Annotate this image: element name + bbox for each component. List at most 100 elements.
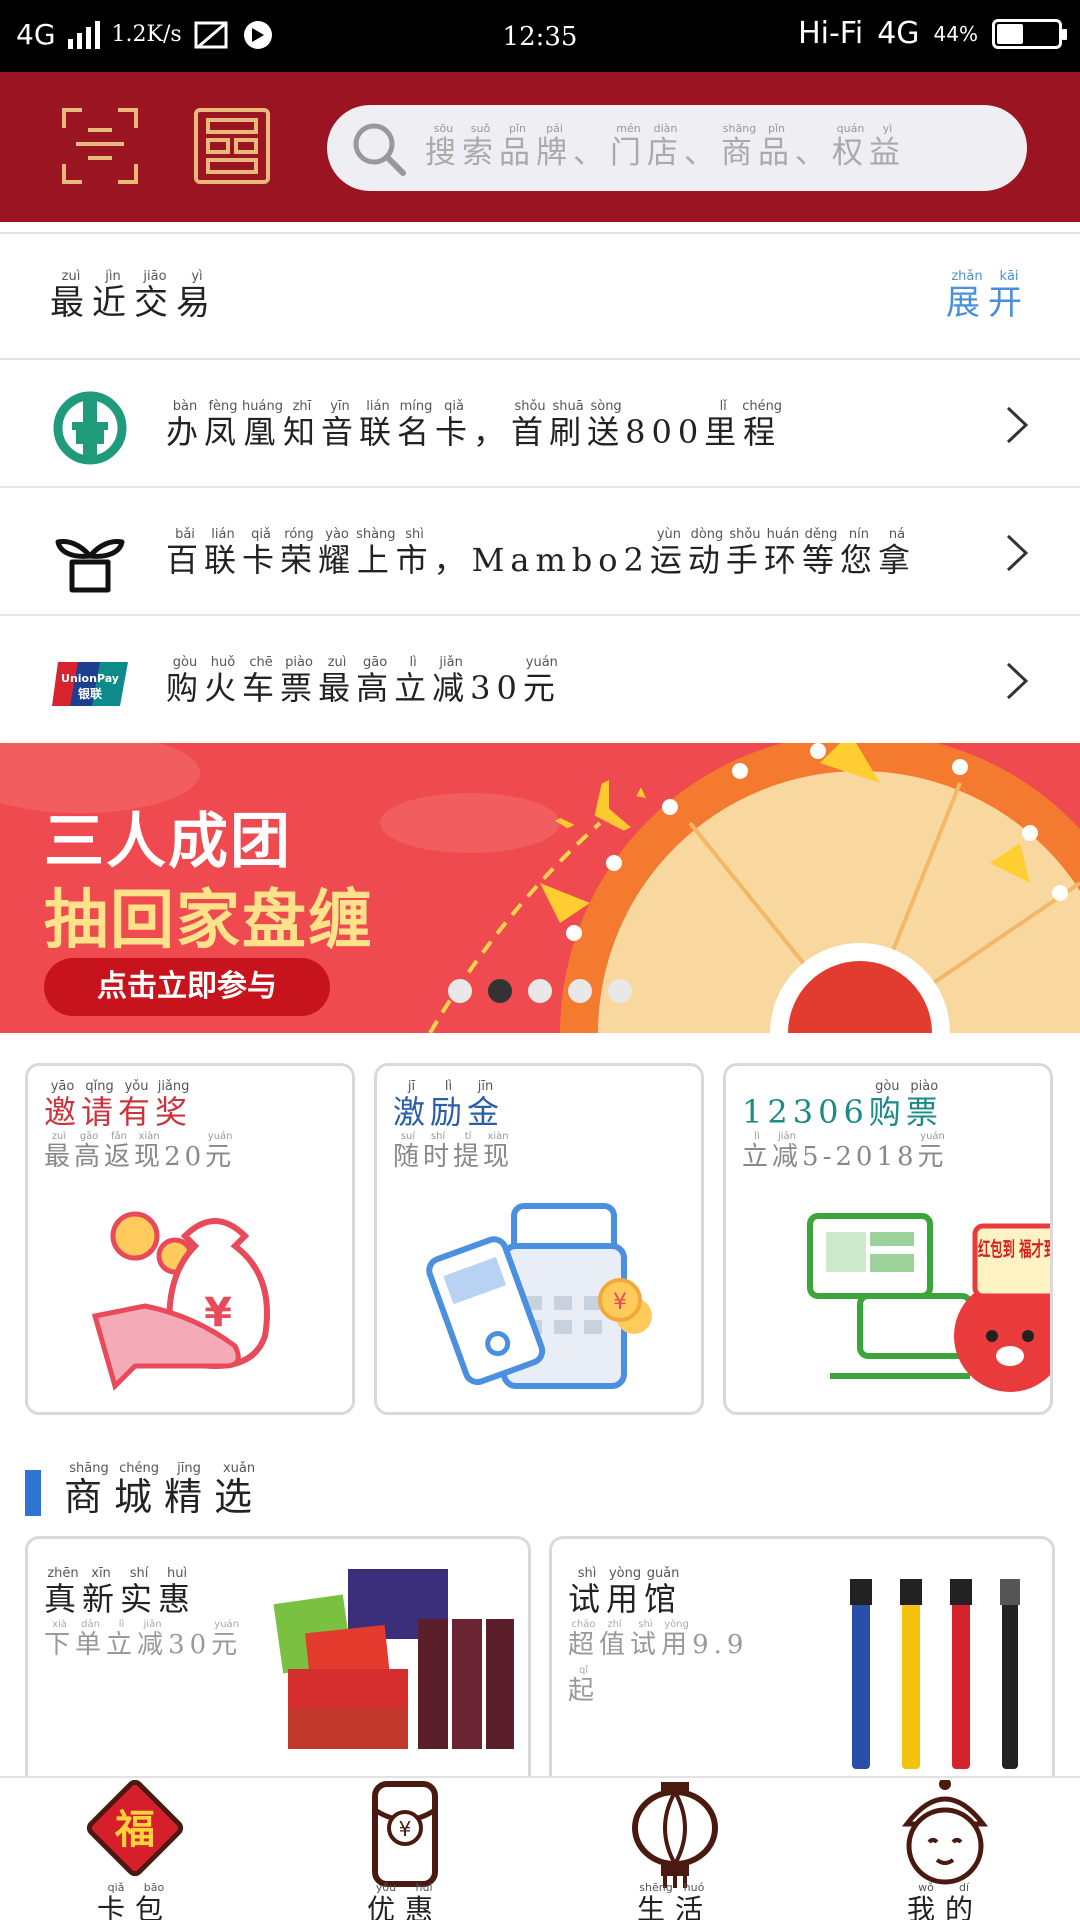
expand-link[interactable]: 展zhǎn开kāi bbox=[946, 269, 1030, 324]
promo-banner[interactable]: 三人成团 抽回家盘缠 点击立即参与 bbox=[0, 743, 1080, 1033]
ruby-char: 下xià bbox=[44, 1619, 76, 1660]
nav-discounts[interactable]: ¥ 优yōu惠huì bbox=[270, 1778, 540, 1920]
ruby-char: 馆guǎn bbox=[644, 1566, 683, 1618]
ruby-char: 立lì bbox=[742, 1131, 773, 1172]
ruby-char: 开kāi bbox=[988, 269, 1030, 323]
unionpay-logo-text: UnionPay bbox=[61, 672, 119, 685]
red-envelope-icon: ¥ bbox=[372, 1781, 438, 1887]
card-title: 12306购gòu票piào bbox=[742, 1079, 943, 1133]
mall-card-trial-hall[interactable]: 试shì用yòng馆guǎn 超chāo值zhí试shì用yòng9.9起qǐ bbox=[549, 1536, 1055, 1786]
ruby-char: 现xiàn bbox=[134, 1131, 165, 1172]
pens-image bbox=[850, 1579, 1020, 1769]
ruby-char: 上shàng bbox=[356, 527, 396, 579]
ruby-char: 精jīng bbox=[164, 1461, 215, 1519]
carousel-dot[interactable] bbox=[528, 979, 552, 1003]
banner-subheadline: 抽回家盘缠 bbox=[44, 884, 374, 958]
battery-percent: 44% bbox=[933, 21, 978, 46]
search-input[interactable]: 搜sōu索suǒ品pǐn牌pái、门mén店diàn、商shāng品pǐn、权q… bbox=[327, 105, 1027, 191]
ruby-char: 活huó bbox=[675, 1881, 714, 1920]
ruby-char: 高gāo bbox=[74, 1131, 105, 1172]
carousel-dots[interactable] bbox=[448, 979, 632, 1003]
ruby-char: 拿ná bbox=[877, 527, 916, 579]
ruby-char: 新xīn bbox=[82, 1566, 121, 1618]
ruby-char: 品pǐn bbox=[758, 122, 795, 171]
nav-life[interactable]: 生shēng活huó bbox=[540, 1778, 810, 1920]
ruby-char: 运yùn bbox=[649, 527, 688, 579]
ruby-char: Mambo2 bbox=[471, 541, 650, 579]
unionpay-logo-cn: 银联 bbox=[78, 686, 102, 701]
carousel-dot[interactable] bbox=[488, 979, 512, 1003]
carousel-dot[interactable] bbox=[568, 979, 592, 1003]
ruby-char: 益yì bbox=[869, 122, 906, 171]
promo-row-phoenix-card[interactable]: 办bàn凤fèng凰huáng知zhī音yīn联lián名míng卡qiǎ，首s… bbox=[0, 360, 1080, 488]
ruby-char: 搜sōu bbox=[425, 122, 462, 171]
ruby-char: 牌pái bbox=[536, 122, 573, 171]
ruby-char: 30 bbox=[168, 1630, 212, 1660]
ruby-char: 优yōu bbox=[366, 1881, 405, 1920]
ruby-char: 百bǎi bbox=[166, 527, 205, 579]
qr-code-icon[interactable] bbox=[192, 106, 272, 186]
ruby-char: 门mén bbox=[610, 122, 647, 171]
ruby-char: 惠huì bbox=[158, 1566, 197, 1618]
ruby-char: 起qǐ bbox=[568, 1665, 600, 1706]
invite-reward-card[interactable]: 邀yāo请qǐng有yǒu奖jiǎng 最zuì高gāo返fǎn现xiàn20元… bbox=[25, 1063, 355, 1415]
ruby-char: 9.9 bbox=[692, 1630, 749, 1660]
nav-card-pack[interactable]: 福 卡qiǎ包bāo bbox=[0, 1778, 270, 1920]
battery-fill bbox=[997, 23, 1024, 44]
incentive-card[interactable]: 激jī励lì金jīn 随suí时shí提tí现xiàn ¥ bbox=[374, 1063, 704, 1415]
section-title: 商shāng城chéng精jīng选xuǎn bbox=[64, 1461, 264, 1521]
ruby-char: ， bbox=[473, 413, 512, 451]
ruby-char: 耀yào bbox=[318, 527, 357, 579]
carousel-dot[interactable] bbox=[608, 979, 632, 1003]
ruby-char: 联lián bbox=[204, 527, 243, 579]
ruby-char: 我wǒ bbox=[906, 1881, 945, 1920]
ruby-char: 立lì bbox=[106, 1619, 138, 1660]
promo-row-bailian-card[interactable]: 百bǎi联lián卡qiǎ荣róng耀yào上shàng市shì，Mambo2运… bbox=[0, 488, 1080, 616]
ruby-char: 最zuì bbox=[44, 1131, 75, 1172]
status-bar: 4G 1.2K/s 12:35 Hi-Fi 4G 44% bbox=[0, 0, 1080, 72]
hifi-label: Hi-Fi bbox=[798, 16, 864, 51]
ruby-char: 现xiàn bbox=[483, 1131, 514, 1172]
network-type-right: 4G bbox=[877, 16, 920, 51]
ruby-char: ， bbox=[433, 541, 472, 579]
search-icon bbox=[353, 123, 406, 176]
ruby-char: 最zuì bbox=[318, 655, 357, 707]
bailian-sprout-icon bbox=[50, 516, 130, 596]
ruby-char: 元yuán bbox=[205, 1131, 236, 1172]
scan-icon[interactable] bbox=[60, 106, 140, 186]
ruby-char: 立lì bbox=[394, 655, 433, 707]
ruby-char: 动dòng bbox=[687, 527, 726, 579]
ruby-char: 超chāo bbox=[568, 1619, 600, 1660]
ruby-char: 试shì bbox=[630, 1619, 662, 1660]
ruby-char: 单dān bbox=[75, 1619, 107, 1660]
ruby-char: 办bàn bbox=[166, 399, 205, 451]
ruby-char: 时shí bbox=[423, 1131, 454, 1172]
search-placeholder: 搜sōu索suǒ品pǐn牌pái、门mén店diàn、商shāng品pǐn、权q… bbox=[425, 122, 906, 172]
ruby-char: 刷shuā bbox=[549, 399, 588, 451]
train-ticket-card[interactable]: 12306购gòu票piào 立lì减jiǎn5-2018元yuán 红包到 福… bbox=[723, 1063, 1053, 1415]
ruby-char: 邀yāo bbox=[44, 1079, 82, 1131]
section-accent-bar bbox=[25, 1470, 41, 1516]
ruby-char: 5-2018 bbox=[802, 1142, 918, 1172]
ruby-char: 环huán bbox=[763, 527, 802, 579]
banner-cta-button[interactable]: 点击立即参与 bbox=[44, 958, 330, 1016]
ruby-char: 展zhǎn bbox=[946, 269, 988, 323]
payment-terminal-icon: ¥ bbox=[426, 1203, 652, 1389]
fortune-card-icon: 福 bbox=[86, 1780, 184, 1877]
card-title: 激jī励lì金jīn bbox=[393, 1079, 504, 1133]
mall-card-fresh-deals[interactable]: 真zhēn新xīn实shí惠huì 下xià单dān立lì减jiǎn30元yuá… bbox=[25, 1536, 531, 1786]
bottom-nav: 福 卡qiǎ包bāo ¥ 优yōu惠huì 生shēng活huó 我wǒ的dí bbox=[0, 1776, 1080, 1920]
ruby-char: 车chē bbox=[242, 655, 281, 707]
ruby-char: 生shēng bbox=[636, 1881, 675, 1920]
ruby-char: 返fǎn bbox=[104, 1131, 135, 1172]
ruby-char: 请qǐng bbox=[81, 1079, 119, 1131]
unionpay-icon: UnionPay 银联 bbox=[50, 644, 130, 724]
ruby-char: 励lì bbox=[430, 1079, 468, 1131]
nav-mine[interactable]: 我wǒ的dí bbox=[810, 1778, 1080, 1920]
ticket-machine-icon: 红包到 福才到 bbox=[807, 1213, 1050, 1392]
carousel-dot[interactable] bbox=[448, 979, 472, 1003]
ruby-char: 易yì bbox=[176, 269, 218, 323]
ruby-char: 您nín bbox=[839, 527, 878, 579]
promo-row-train-ticket[interactable]: UnionPay 银联 购gòu火huǒ车chē票piào最zuì高gāo立lì… bbox=[0, 616, 1080, 744]
ruby-char: 卡qiǎ bbox=[96, 1881, 135, 1920]
